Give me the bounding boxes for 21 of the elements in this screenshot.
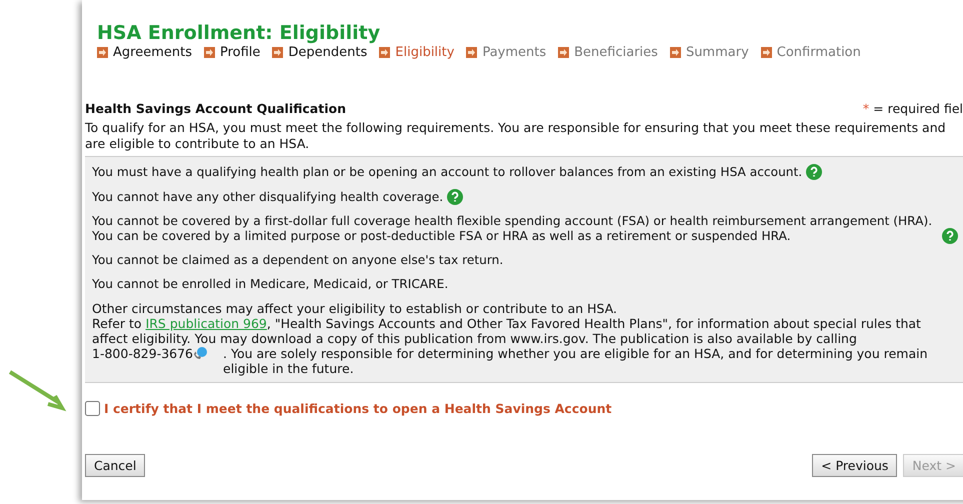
previous-button[interactable]: < Previous [812, 454, 898, 477]
notice-text: Refer to IRS publication 969, "Health Savings Accounts and Other Tax Favored Health Plans", for information about special rules that affect eligibility. You may download a copy of this publication from www.irs.gov. The publication is also available by calling [92, 316, 922, 346]
requirement-text: You cannot be claimed as a dependent on anyone else's tax return. [92, 253, 504, 268]
required-note: * = required fiel [862, 101, 963, 116]
cancel-button[interactable]: Cancel [85, 454, 146, 477]
phone-number: 1-800-829-3676 [92, 346, 194, 361]
step-label[interactable]: Dependents [288, 45, 368, 60]
step-label[interactable]: Profile [220, 45, 260, 60]
step-label[interactable]: Eligibility [395, 45, 454, 60]
requirement-text: You cannot be enrolled in Medicare, Medicaid, or TRICARE. [92, 277, 448, 292]
step-label[interactable]: Agreements [113, 45, 192, 60]
certify-label[interactable]: I certify that I meet the qualifications to open a Health Savings Account [104, 401, 612, 416]
notice-text: Other circumstances may affect your eligibility to establish or contribute to an HSA. [92, 301, 618, 316]
intro-text: To qualify for an HSA, you must meet the following requirements. You are responsible for ensuring that you meet these requirements and are eligible to contribute to an HSA. [85, 120, 947, 152]
notice-text: . You are solely responsible for determining whether you are eligible for an HSA, and for determining you remain eligible in the future. [223, 346, 929, 376]
page-title: HSA Enrollment: Eligibility [97, 22, 382, 44]
requirement-text: You must have a qualifying health plan or be opening an account to rollover balances from an existing HSA account. [92, 165, 802, 180]
section-heading: Health Savings Account Qualification [85, 101, 346, 116]
requirement-text: You cannot have any other disqualifying health coverage. [92, 190, 444, 205]
publication-link[interactable]: IRS publication 969 [146, 316, 267, 331]
requirement-text: You cannot be covered by a first-dollar full coverage health flexible spending account (FSA) or health reimbursement arrangement (HRA). You can be covered by a limited purpose or post-deductible FSA or HRA as well as a retirement or suspended HRA. [92, 214, 934, 244]
